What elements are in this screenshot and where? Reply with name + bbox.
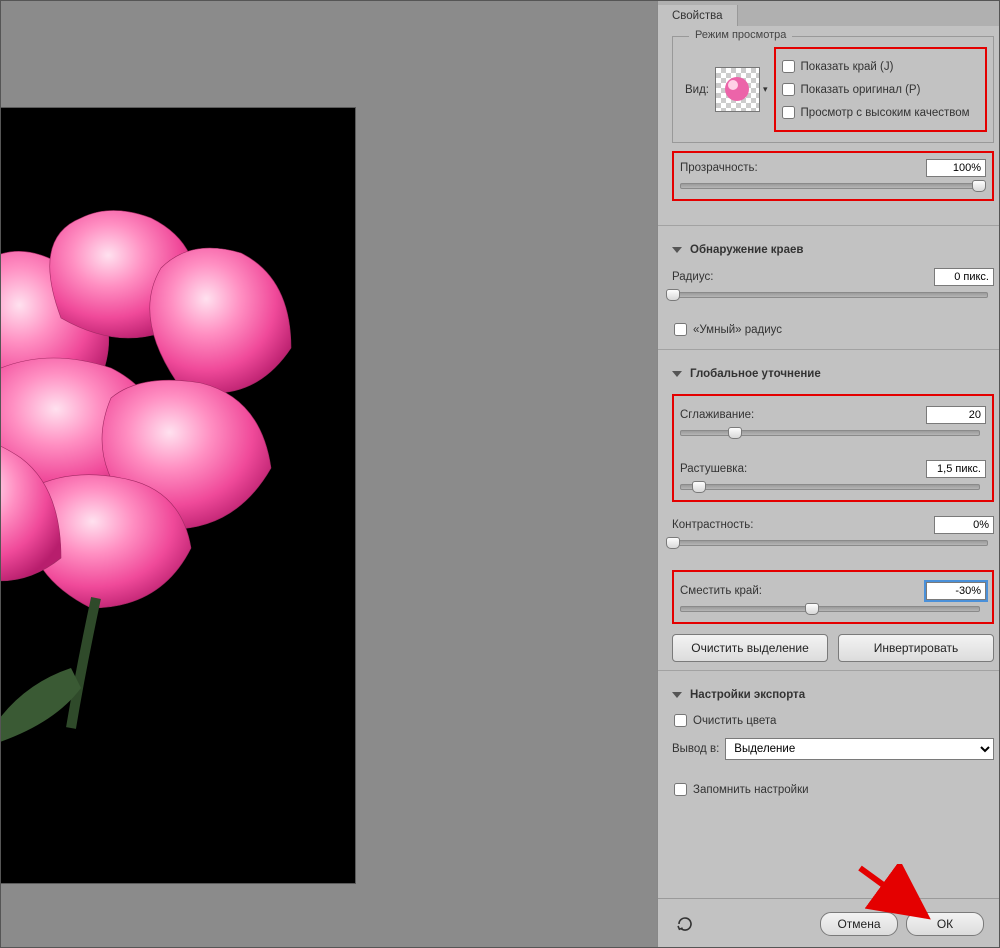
view-mode-fieldset: Режим просмотра Вид: ▾ Показать край (J)… [672,36,994,143]
check-smart-radius[interactable]: «Умный» радиус [672,318,994,341]
check-show-original[interactable]: Показать оригинал (P) [780,78,981,101]
section-export-title: Настройки экспорта [690,689,805,701]
invert-button[interactable]: Инвертировать [838,634,994,662]
purify-colors-label: Очистить цвета [693,715,776,727]
smart-radius-label: «Умный» радиус [693,324,782,336]
radius-value[interactable] [934,268,994,286]
check-purify-colors[interactable]: Очистить цвета [672,709,994,732]
chevron-down-icon [672,371,682,377]
transparency-track[interactable] [680,183,980,189]
transparency-label: Прозрачность: [680,162,758,174]
output-select[interactable]: Выделение [725,738,994,760]
checkbox-remember-settings[interactable] [674,783,687,796]
shift-edge-label: Сместить край: [680,585,762,597]
view-thumbnail[interactable] [715,67,760,112]
contrast-label: Контрастность: [672,519,753,531]
remember-settings-label: Запомнить настройки [693,784,809,796]
feather-track[interactable] [680,484,980,490]
output-label: Вывод в: [672,743,719,755]
smooth-knob[interactable] [728,427,742,439]
check-show-original-label: Показать оригинал (P) [801,84,921,96]
properties-panel: Свойства Режим просмотра Вид: ▾ Показать… [657,0,1000,948]
reset-icon[interactable] [674,913,696,935]
checkbox-show-original[interactable] [782,83,795,96]
clear-selection-button[interactable]: Очистить выделение [672,634,828,662]
transparency-value[interactable] [926,159,986,177]
image-canvas [0,107,356,884]
section-global-refine[interactable]: Глобальное уточнение [672,358,994,388]
view-mode-legend: Режим просмотра [689,29,792,41]
check-high-quality[interactable]: Просмотр с высоким качеством [780,101,981,124]
check-show-edge[interactable]: Показать край (J) [780,55,981,78]
highlight-shift-edge: Сместить край: [672,570,994,624]
view-label: Вид: [685,84,709,96]
checkbox-show-edge[interactable] [782,60,795,73]
checkbox-smart-radius[interactable] [674,323,687,336]
section-edge-detection[interactable]: Обнаружение краев [672,234,994,264]
feather-value[interactable] [926,460,986,478]
panel-body: Режим просмотра Вид: ▾ Показать край (J)… [658,26,1000,898]
feather-knob[interactable] [692,481,706,493]
contrast-value[interactable] [934,516,994,534]
rose-image [0,168,351,768]
radius-track[interactable] [672,292,988,298]
shift-edge-value[interactable] [926,582,986,600]
check-remember-settings[interactable]: Запомнить настройки [672,778,994,801]
highlight-view-checks: Показать край (J) Показать оригинал (P) … [774,47,987,132]
canvas-area [0,0,657,948]
transparency-knob[interactable] [972,180,986,192]
cancel-button[interactable]: Отмена [820,912,898,936]
highlight-smooth-feather: Сглаживание: Растушевка: [672,394,994,502]
shift-edge-knob[interactable] [805,603,819,615]
panel-footer: Отмена ОК [658,898,1000,948]
highlight-transparency: Прозрачность: [672,151,994,201]
tab-properties[interactable]: Свойства [658,5,738,26]
check-high-quality-label: Просмотр с высоким качеством [801,107,970,119]
contrast-track[interactable] [672,540,988,546]
shift-edge-track[interactable] [680,606,980,612]
ok-button[interactable]: ОК [906,912,984,936]
section-export[interactable]: Настройки экспорта [672,679,994,709]
feather-label: Растушевка: [680,463,747,475]
chevron-down-icon [672,247,682,253]
smooth-value[interactable] [926,406,986,424]
checkbox-high-quality[interactable] [782,106,795,119]
transparency-slider-row: Прозрачность: [680,159,986,189]
section-global-refine-title: Глобальное уточнение [690,368,821,380]
contrast-knob[interactable] [666,537,680,549]
smooth-label: Сглаживание: [680,409,754,421]
checkbox-purify-colors[interactable] [674,714,687,727]
tab-bar: Свойства [658,0,1000,26]
view-dropdown-icon[interactable]: ▾ [763,84,768,95]
section-edge-detection-title: Обнаружение краев [690,244,803,256]
chevron-down-icon [672,692,682,698]
check-show-edge-label: Показать край (J) [801,61,894,73]
radius-label: Радиус: [672,271,713,283]
radius-knob[interactable] [666,289,680,301]
smooth-track[interactable] [680,430,980,436]
